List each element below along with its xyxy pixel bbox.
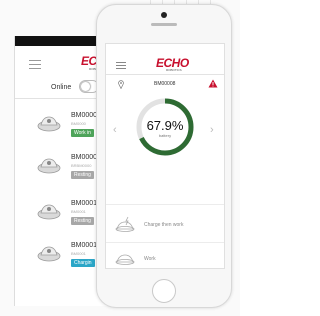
mower-icon: [115, 254, 135, 265]
robot-serial: BM0001: [71, 251, 86, 256]
battery-percentage: 67.9%: [146, 118, 184, 133]
status-badge: Work in: [71, 129, 94, 137]
charge-then-work-icon: [115, 216, 135, 232]
status-badge: Resting: [71, 217, 94, 225]
hamburger-menu-icon[interactable]: [116, 62, 126, 69]
location-pin-icon[interactable]: [118, 80, 124, 89]
divider: [106, 204, 224, 205]
divider: [106, 242, 224, 243]
status-badge: Chargin: [71, 259, 95, 267]
phone-camera: [161, 12, 167, 18]
charge-then-work-button[interactable]: Charge then work: [144, 222, 183, 228]
robot-serial: BM0001: [71, 209, 86, 214]
phone-screen: ECHO ROBOTICS BM00008 ‹ 67.9% battery › …: [105, 43, 225, 269]
robot-id: BM0001: [71, 200, 98, 207]
echo-logo-subtitle: ROBOTICS: [166, 68, 182, 72]
previous-robot-arrow-icon[interactable]: ‹: [113, 124, 117, 136]
robot-serial: BRBM0000: [71, 163, 92, 168]
work-button[interactable]: Work: [144, 256, 156, 262]
robot-mower-icon: [37, 116, 61, 132]
robot-id: BM0000: [71, 154, 98, 161]
next-robot-arrow-icon[interactable]: ›: [210, 124, 214, 136]
robot-mower-icon: [37, 204, 61, 220]
robot-serial: BM0000: [71, 121, 86, 126]
robot-name: BM00008: [154, 81, 176, 87]
warning-icon[interactable]: [208, 79, 218, 88]
phone-speaker: [151, 23, 177, 26]
phone-home-button[interactable]: [152, 279, 176, 303]
battery-label: battery: [158, 133, 172, 138]
robot-mower-icon: [37, 158, 61, 174]
hamburger-menu-icon[interactable]: [29, 60, 41, 69]
toggle-knob: [81, 82, 90, 91]
robot-id: BM0001: [71, 242, 98, 249]
online-label: Online: [51, 84, 72, 91]
status-badge: Resting: [71, 171, 94, 179]
robot-mower-icon: [37, 246, 61, 262]
divider: [106, 74, 224, 75]
robot-id: BM0000: [71, 112, 98, 119]
phone-device: ECHO ROBOTICS BM00008 ‹ 67.9% battery › …: [96, 4, 232, 308]
